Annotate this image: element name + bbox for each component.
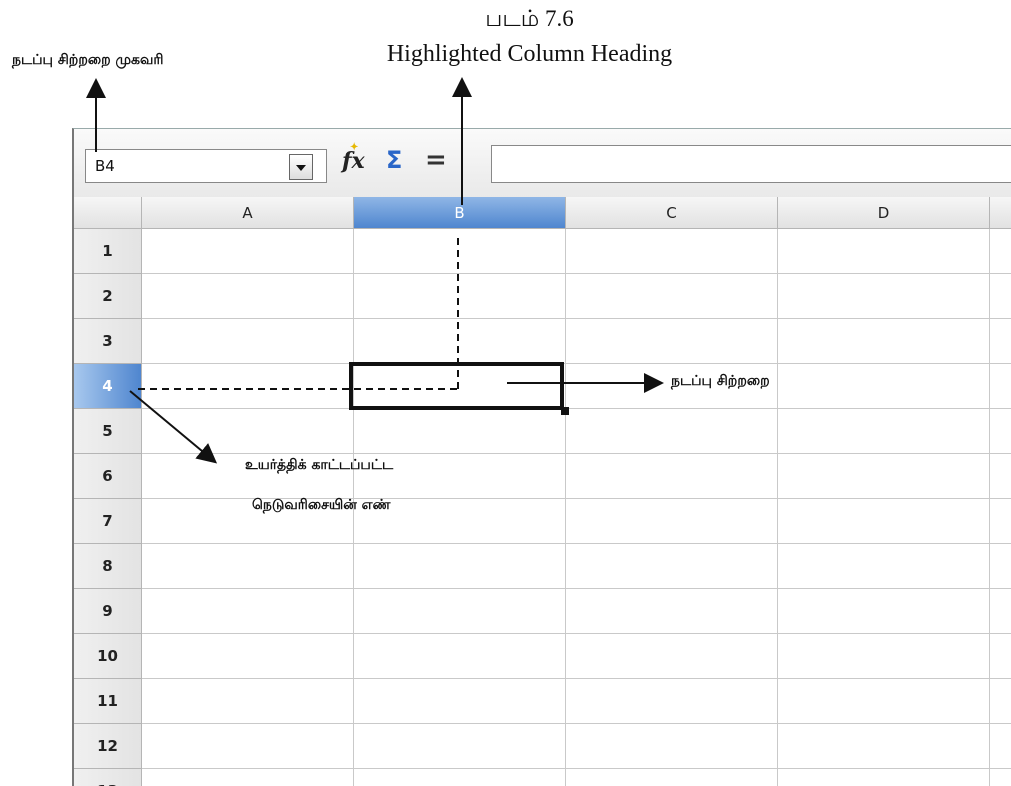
annotation-arrows	[86, 77, 664, 464]
arrow-to-row-label	[129, 390, 218, 464]
